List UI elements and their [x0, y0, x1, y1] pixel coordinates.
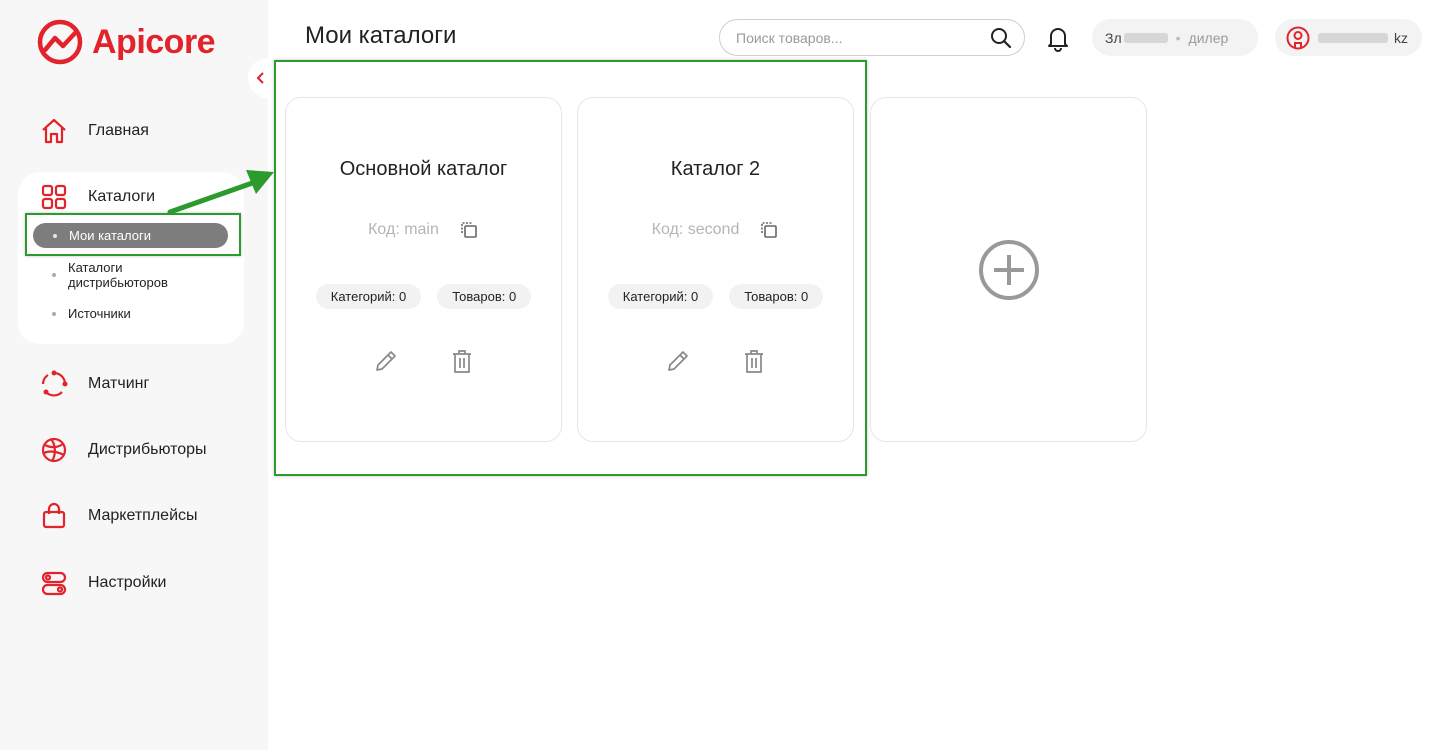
- sidebar-item-home[interactable]: Главная: [40, 117, 149, 145]
- logo-text: Apicore: [92, 22, 216, 61]
- sidebar-item-marketplaces[interactable]: Маркетплейсы: [40, 502, 198, 530]
- sidebar-item-matching[interactable]: Матчинг: [40, 370, 149, 398]
- add-catalog-button[interactable]: [870, 97, 1147, 442]
- sidebar-item-settings[interactable]: Настройки: [40, 569, 166, 597]
- grid-icon: [40, 183, 68, 211]
- search-icon[interactable]: [990, 27, 1012, 49]
- sidebar-item-label: Дистрибьюторы: [88, 441, 207, 458]
- blurred-email: [1318, 32, 1388, 43]
- search-input[interactable]: [736, 29, 990, 46]
- user-role-chip[interactable]: Зл • дилер: [1092, 19, 1258, 56]
- sidebar: Apicore Главная Каталоги Мои каталоги Ка…: [0, 0, 268, 750]
- sidebar-subitem-distributor-catalogs[interactable]: Каталоги дистрибьюторов: [52, 260, 212, 290]
- subitem-label: Источники: [68, 306, 131, 321]
- user-icon: [1286, 26, 1310, 49]
- user-name: Зл: [1105, 29, 1122, 46]
- user-role: дилер: [1188, 29, 1229, 46]
- highlight-box-catalogs: [274, 60, 867, 476]
- shopping-bag-icon: [40, 502, 68, 530]
- app-root: Apicore Главная Каталоги Мои каталоги Ка…: [0, 0, 1451, 750]
- bullet: [52, 311, 56, 316]
- sidebar-subitem-sources[interactable]: Источники: [52, 306, 131, 321]
- home-icon: [40, 117, 68, 145]
- plus-circle-icon: [978, 239, 1039, 300]
- blurred-name: [1123, 32, 1168, 43]
- bell-icon[interactable]: [1044, 24, 1072, 52]
- chevron-left-icon: [256, 72, 264, 84]
- sidebar-item-label: Каталоги: [88, 188, 156, 205]
- sidebar-item-label: Матчинг: [88, 375, 150, 392]
- logo[interactable]: Apicore: [36, 18, 216, 66]
- account-chip[interactable]: kz: [1275, 19, 1422, 56]
- sidebar-item-catalogs[interactable]: Каталоги: [40, 183, 155, 211]
- user-email: kz: [1394, 29, 1408, 46]
- sidebar-item-distributors[interactable]: Дистрибьюторы: [40, 436, 207, 464]
- page-title: Мои каталоги: [305, 22, 457, 49]
- matching-icon: [40, 370, 68, 398]
- subitem-label: Каталоги дистрибьюторов: [68, 260, 168, 290]
- bullet: [52, 273, 56, 277]
- apicore-logo-icon: [37, 19, 83, 65]
- sidebar-item-label: Настройки: [88, 574, 167, 591]
- separator-dot: •: [1175, 29, 1181, 46]
- search-bar: [719, 19, 1025, 56]
- sidebar-item-label: Маркетплейсы: [88, 507, 198, 524]
- sidebar-item-label: Главная: [88, 122, 149, 139]
- annotation-arrow: [167, 170, 274, 215]
- settings-toggle-icon: [40, 569, 68, 597]
- globe-icon: [40, 436, 68, 464]
